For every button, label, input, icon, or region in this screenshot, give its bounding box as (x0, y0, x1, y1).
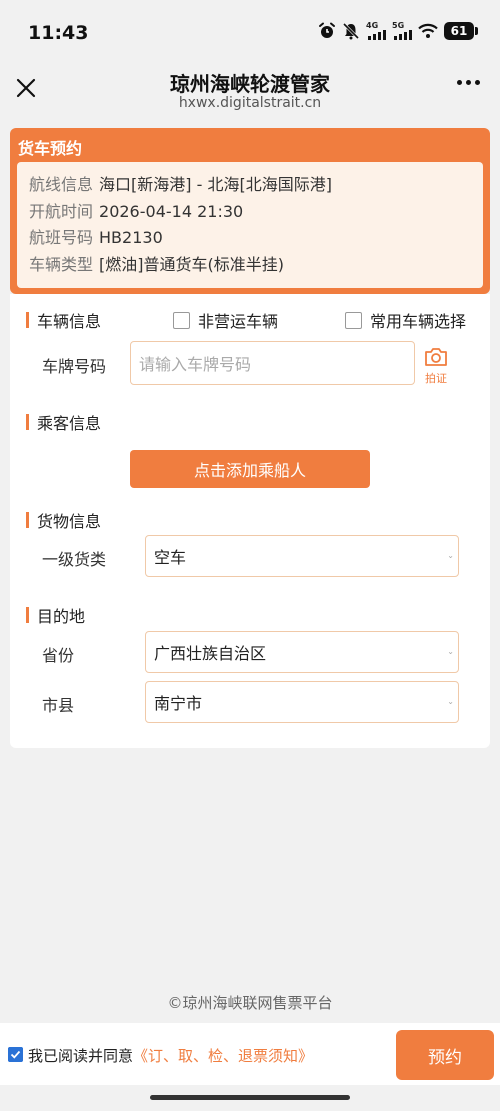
plate-input[interactable]: 请输入车牌号码 (130, 341, 415, 385)
terms-link[interactable]: 《订、取、检、退票须知》 (133, 1047, 313, 1065)
province-value: 广西壮族自治区 (154, 644, 267, 663)
common-vehicle-checkbox[interactable]: 常用车辆选择 (345, 308, 466, 332)
add-passenger-button[interactable]: 点击添加乘船人 (130, 450, 370, 488)
wifi-icon (418, 23, 438, 38)
bottom-bar: 我已阅读并同意《订、取、检、退票须知》 预约 (0, 1023, 500, 1085)
form-card: 车辆信息 非营运车辆 常用车辆选择 车牌号码 请输入车牌号码 拍证 乘客信息 点… (10, 294, 490, 748)
gesture-area (0, 1085, 500, 1111)
camera-icon (425, 348, 447, 366)
agree-checkbox[interactable] (8, 1047, 23, 1062)
page-title: 琼州海峡轮渡管家 (170, 72, 330, 96)
route-value: 海口[新海港] - 北海[北海国际港] (99, 175, 332, 194)
flight-value: HB2130 (99, 228, 163, 247)
booking-row-vehicle-type: 车辆类型 [燃油]普通货车(标准半挂) (29, 252, 483, 279)
more-options-icon[interactable] (457, 80, 480, 85)
booking-title: 货车预约 (18, 139, 83, 158)
common-vehicle-checkbox-box[interactable] (345, 311, 362, 329)
home-indicator[interactable] (150, 1095, 350, 1100)
signal-5g-label: 5G (392, 21, 405, 30)
booking-row-route: 航线信息 海口[新海港] - 北海[北海国际港] (29, 172, 483, 199)
dropdown-caret-icon: ⌄ (447, 551, 454, 560)
plate-label: 车牌号码 (42, 357, 107, 376)
agree-text-wrap: 我已阅读并同意《订、取、检、退票须知》 (28, 1045, 313, 1066)
booking-card: 货车预约 航线信息 海口[新海港] - 北海[北海国际港] 开航时间 2026-… (10, 128, 490, 294)
vehicle-type-label: 车辆类型 (29, 254, 94, 274)
cargo-category-select[interactable]: 空车 ⌄ (145, 535, 459, 577)
departure-value: 2026-04-14 21:30 (99, 201, 244, 221)
cargo-category-label: 一级货类 (42, 550, 107, 569)
reserve-button[interactable]: 预约 (396, 1030, 494, 1080)
camera-caption: 拍证 (425, 372, 447, 385)
page-url: hxwx.digitalstrait.cn (178, 95, 322, 111)
province-select[interactable]: 广西壮族自治区 ⌄ (145, 631, 459, 673)
battery-icon: 61 (444, 22, 478, 40)
signal-4g-icon: 4G (366, 22, 386, 40)
mute-icon (342, 22, 360, 40)
agree-text: 我已阅读并同意 (28, 1047, 134, 1065)
booking-details: 航线信息 海口[新海港] - 北海[北海国际港] 开航时间 2026-04-14… (17, 162, 483, 288)
dropdown-caret-icon: ⌄ (447, 647, 454, 656)
vehicle-type-value: [燃油]普通货车(标准半挂) (99, 254, 284, 274)
alarm-icon (319, 22, 335, 38)
departure-label: 开航时间 (29, 201, 94, 221)
common-vehicle-label: 常用车辆选择 (370, 312, 467, 331)
booking-row-departure: 开航时间 2026-04-14 21:30 (29, 199, 483, 226)
nav-bar: 琼州海峡轮渡管家 hxwx.digitalstrait.cn (0, 64, 500, 118)
non-commercial-checkbox[interactable]: 非营运车辆 (173, 308, 278, 332)
non-commercial-label: 非营运车辆 (198, 312, 279, 331)
status-bar: 11:43 4G 5G 61 (0, 0, 500, 64)
booking-row-flight: 航班号码 HB2130 (29, 225, 483, 252)
cargo-category-value: 空车 (154, 548, 187, 567)
signal-4g-label: 4G (366, 21, 379, 30)
city-label: 市县 (42, 696, 75, 715)
camera-button[interactable]: 拍证 (423, 346, 449, 386)
province-label: 省份 (42, 646, 75, 665)
passenger-section-title: 乘客信息 (26, 410, 101, 434)
status-icons: 4G 5G 61 (318, 22, 478, 40)
cargo-section-title: 货物信息 (26, 508, 101, 532)
dropdown-caret-icon: ⌄ (447, 697, 454, 706)
signal-5g-icon: 5G (392, 22, 412, 40)
non-commercial-checkbox-box[interactable] (173, 311, 190, 329)
flight-label: 航班号码 (29, 228, 94, 247)
status-time: 11:43 (28, 22, 89, 44)
copyright-text: ©琼州海峡联网售票平台 (167, 994, 333, 1012)
route-label: 航线信息 (29, 175, 94, 194)
city-value: 南宁市 (154, 694, 203, 713)
vehicle-section-title: 车辆信息 (26, 308, 101, 332)
destination-section-title: 目的地 (26, 603, 85, 627)
city-select[interactable]: 南宁市 ⌄ (145, 681, 459, 723)
